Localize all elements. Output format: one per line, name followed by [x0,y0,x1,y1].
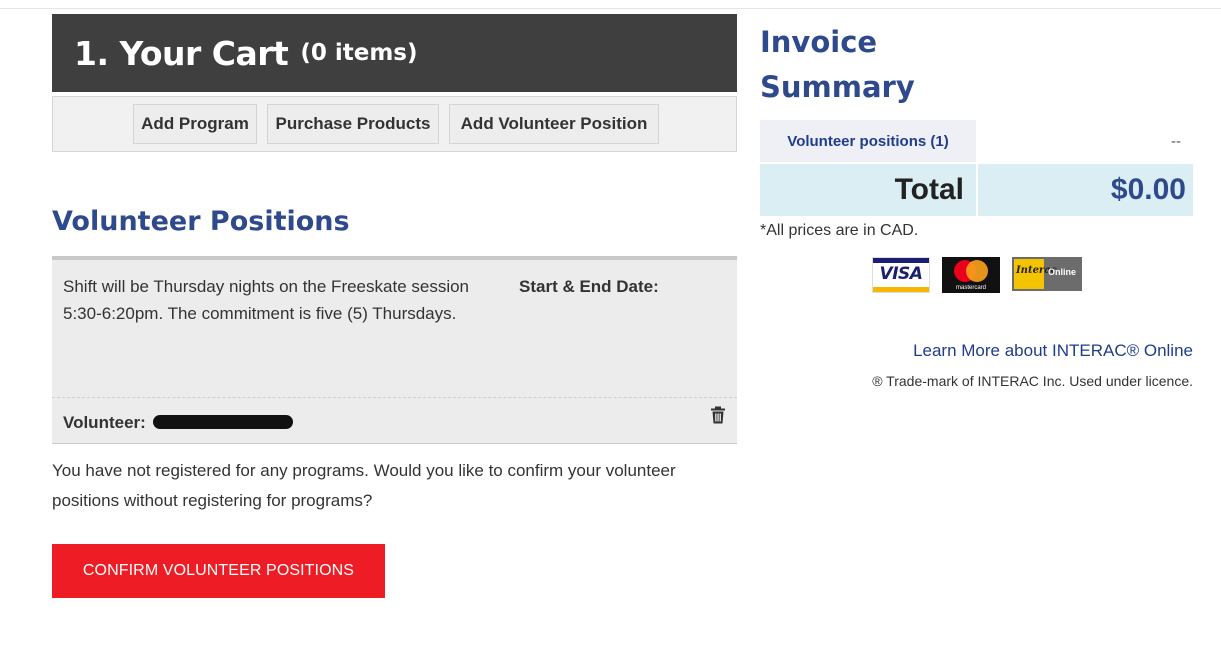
trash-icon[interactable] [710,406,726,424]
interac-trademark-note: ® Trade-mark of INTERAC Inc. Used under … [872,373,1193,389]
invoice-summary-title: Invoice Summary [760,25,915,104]
invoice-line-label: Volunteer positions (1) [760,120,976,162]
volunteer-label: Volunteer: [63,413,146,432]
redacted-volunteer-name [152,415,293,429]
add-volunteer-position-button[interactable]: Add Volunteer Position [449,104,659,144]
visa-logo: VISA [872,257,930,293]
learn-more-interac-link[interactable]: Learn More about INTERAC® Online [760,341,1193,361]
cart-item-count: (0 items) [300,40,418,66]
interac-online-logo: Interac Online [1012,257,1082,291]
confirm-volunteer-positions-button[interactable]: CONFIRM VOLUNTEER POSITIONS [52,544,385,598]
cart-title: 1. Your Cart [74,33,289,73]
total-value: $0.00 [978,164,1193,216]
card-divider [52,397,737,398]
volunteer-position-card: Shift will be Thursday nights on the Fre… [52,256,737,444]
total-label: Total [760,164,976,216]
invoice-line-value: -- [1171,132,1181,150]
prices-currency-note: *All prices are in CAD. [760,222,919,239]
mastercard-logo: mastercard [942,257,1000,293]
no-programs-notice: You have not registered for any programs… [52,461,676,510]
position-description: Shift will be Thursday nights on the Fre… [63,277,470,323]
cart-actions-bar: Add Program Purchase Products Add Volunt… [52,96,737,152]
top-divider [0,8,1221,9]
invoice-total-row: Total $0.00 [760,164,1193,216]
invoice-line-row: Volunteer positions (1) -- [760,120,1193,162]
purchase-products-button[interactable]: Purchase Products [267,104,439,144]
start-end-date-label: Start & End Date: [519,277,659,296]
volunteer-positions-heading: Volunteer Positions [52,206,350,237]
volunteer-row: Volunteer: [63,410,293,436]
cart-header: 1. Your Cart (0 items) [52,14,737,92]
add-program-button[interactable]: Add Program [133,104,257,144]
